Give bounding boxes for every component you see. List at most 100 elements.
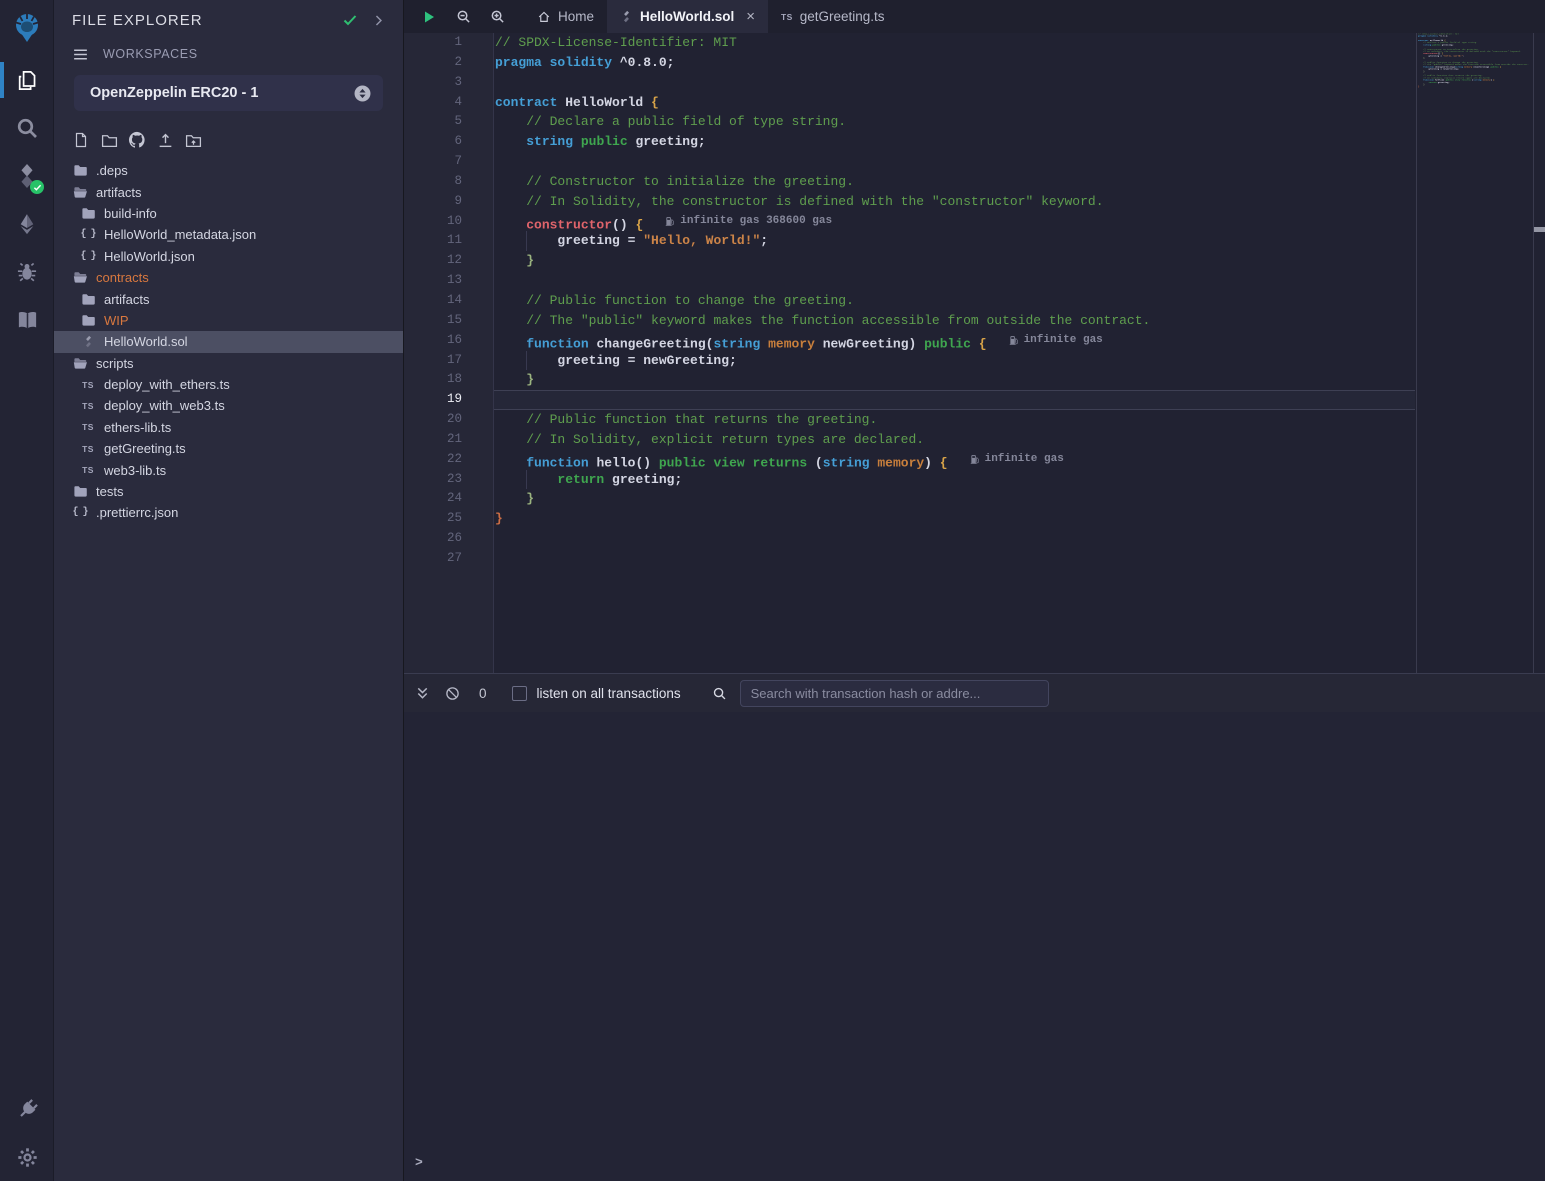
- scrollbar-handle[interactable]: [1534, 227, 1545, 232]
- terminal-output[interactable]: >: [404, 712, 1545, 1181]
- line-number[interactable]: 9: [404, 192, 493, 212]
- code-line-16[interactable]: function changeGreeting(string memory ne…: [494, 331, 1415, 351]
- code-line-2[interactable]: pragma solidity ^0.8.0;: [494, 53, 1415, 73]
- tree-item-HelloWorld.sol[interactable]: HelloWorld.sol: [54, 331, 403, 352]
- line-number-gutter[interactable]: 1234567891011121314151617181920212223242…: [404, 33, 493, 673]
- minimap[interactable]: // SPDX-License-Identifier: MITpragma so…: [1416, 33, 1533, 673]
- new-file-button[interactable]: [72, 131, 90, 149]
- editor-scrollbar[interactable]: [1533, 33, 1545, 673]
- code-line-7[interactable]: [494, 152, 1415, 172]
- workspace-toggle-icon[interactable]: [354, 85, 371, 102]
- iconbar-item-debugger[interactable]: [0, 248, 54, 296]
- iconbar-item-solidity-compiler[interactable]: [0, 152, 54, 200]
- collapse-terminal-icon[interactable]: [415, 686, 430, 701]
- clone-github-button[interactable]: [128, 131, 146, 149]
- line-number[interactable]: 17: [404, 351, 493, 371]
- code-line-24[interactable]: }: [494, 489, 1415, 509]
- close-tab-icon[interactable]: ×: [746, 8, 755, 25]
- line-number[interactable]: 27: [404, 549, 493, 569]
- tree-item-getGreeting.ts[interactable]: TSgetGreeting.ts: [54, 438, 403, 459]
- code-line-18[interactable]: }: [494, 370, 1415, 390]
- upload-file-button[interactable]: [156, 131, 174, 149]
- code-line-8[interactable]: // Constructor to initialize the greetin…: [494, 172, 1415, 192]
- code-line-1[interactable]: // SPDX-License-Identifier: MIT: [494, 33, 1415, 53]
- code-line-20[interactable]: // Public function that returns the gree…: [494, 410, 1415, 430]
- line-number[interactable]: 23: [404, 470, 493, 490]
- code-line-22[interactable]: function hello() public view returns (st…: [494, 450, 1415, 470]
- tree-item-.prettierrc.json[interactable]: { }.prettierrc.json: [54, 502, 403, 523]
- tree-item-HelloWorld.json[interactable]: { }HelloWorld.json: [54, 246, 403, 267]
- line-number[interactable]: 13: [404, 271, 493, 291]
- code-line-21[interactable]: // In Solidity, explicit return types ar…: [494, 430, 1415, 450]
- hamburger-menu-icon[interactable]: [72, 46, 89, 63]
- line-number[interactable]: 10: [404, 212, 493, 232]
- line-number[interactable]: 4: [404, 93, 493, 113]
- upload-folder-button[interactable]: [184, 131, 202, 149]
- line-number[interactable]: 16: [404, 331, 493, 351]
- code-line-23[interactable]: return greeting;: [494, 470, 1415, 490]
- code-line-15[interactable]: // The "public" keyword makes the functi…: [494, 311, 1415, 331]
- clear-console-icon[interactable]: [445, 686, 460, 701]
- iconbar-item-remix-logo[interactable]: [0, 0, 54, 56]
- line-number[interactable]: 20: [404, 410, 493, 430]
- tree-item-.deps[interactable]: .deps: [54, 160, 403, 181]
- zoom-in-button[interactable]: [480, 0, 514, 33]
- tree-item-ethers-lib.ts[interactable]: TSethers-lib.ts: [54, 417, 403, 438]
- tree-item-tests[interactable]: tests: [54, 481, 403, 502]
- line-number[interactable]: 22: [404, 450, 493, 470]
- green-check-icon[interactable]: [342, 12, 358, 28]
- listen-transactions-checkbox[interactable]: [512, 686, 527, 701]
- code-line-13[interactable]: [494, 271, 1415, 291]
- line-number[interactable]: 3: [404, 73, 493, 93]
- code-line-17[interactable]: greeting = newGreeting;: [494, 351, 1415, 371]
- line-number[interactable]: 2: [404, 53, 493, 73]
- line-number[interactable]: 12: [404, 251, 493, 271]
- editor-tab-Home[interactable]: Home: [524, 0, 607, 33]
- tree-item-contracts[interactable]: contracts: [54, 267, 403, 288]
- tree-item-WIP[interactable]: WIP: [54, 310, 403, 331]
- tree-item-artifacts[interactable]: artifacts: [54, 181, 403, 202]
- line-number[interactable]: 11: [404, 231, 493, 251]
- line-number[interactable]: 8: [404, 172, 493, 192]
- code-line-6[interactable]: string public greeting;: [494, 132, 1415, 152]
- code-line-10[interactable]: constructor() {infinite gas 368600 gas: [494, 212, 1415, 232]
- workspace-select[interactable]: OpenZeppelin ERC20 - 1: [74, 75, 383, 111]
- line-number[interactable]: 24: [404, 489, 493, 509]
- code-line-12[interactable]: }: [494, 251, 1415, 271]
- code-editor[interactable]: 1234567891011121314151617181920212223242…: [404, 33, 1545, 673]
- line-number[interactable]: 7: [404, 152, 493, 172]
- iconbar-item-plugin-manager[interactable]: [0, 1085, 54, 1133]
- iconbar-item-deploy-run[interactable]: [0, 200, 54, 248]
- tree-item-web3-lib.ts[interactable]: TSweb3-lib.ts: [54, 459, 403, 480]
- line-number[interactable]: 15: [404, 311, 493, 331]
- line-number[interactable]: 26: [404, 529, 493, 549]
- editor-tab-getGreeting.ts[interactable]: TSgetGreeting.ts: [768, 0, 897, 33]
- code-line-11[interactable]: greeting = "Hello, World!";: [494, 231, 1415, 251]
- code-line-9[interactable]: // In Solidity, the constructor is defin…: [494, 192, 1415, 212]
- line-number[interactable]: 5: [404, 112, 493, 132]
- line-number[interactable]: 14: [404, 291, 493, 311]
- line-number[interactable]: 18: [404, 370, 493, 390]
- iconbar-item-file-explorer[interactable]: [0, 56, 54, 104]
- line-number[interactable]: 1: [404, 33, 493, 53]
- code-line-27[interactable]: [494, 549, 1415, 569]
- code-line-25[interactable]: }: [494, 509, 1415, 529]
- code-line-4[interactable]: contract HelloWorld {: [494, 93, 1415, 113]
- run-script-button[interactable]: [412, 0, 446, 33]
- iconbar-item-solidity-unit-testing[interactable]: [0, 296, 54, 344]
- line-number[interactable]: 19: [404, 390, 493, 410]
- tree-item-artifacts[interactable]: artifacts: [54, 288, 403, 309]
- code-content[interactable]: // SPDX-License-Identifier: MITpragma so…: [493, 33, 1415, 673]
- line-number[interactable]: 6: [404, 132, 493, 152]
- chevron-right-icon[interactable]: [372, 14, 385, 27]
- code-line-26[interactable]: [494, 529, 1415, 549]
- iconbar-item-settings[interactable]: [0, 1133, 54, 1181]
- tree-item-build-info[interactable]: build-info: [54, 203, 403, 224]
- line-number[interactable]: 21: [404, 430, 493, 450]
- editor-tab-HelloWorld.sol[interactable]: HelloWorld.sol×: [607, 0, 768, 33]
- new-folder-button[interactable]: [100, 131, 118, 149]
- tree-item-scripts[interactable]: scripts: [54, 353, 403, 374]
- tree-item-HelloWorld_metadata.json[interactable]: { }HelloWorld_metadata.json: [54, 224, 403, 245]
- line-number[interactable]: 25: [404, 509, 493, 529]
- code-line-14[interactable]: // Public function to change the greetin…: [494, 291, 1415, 311]
